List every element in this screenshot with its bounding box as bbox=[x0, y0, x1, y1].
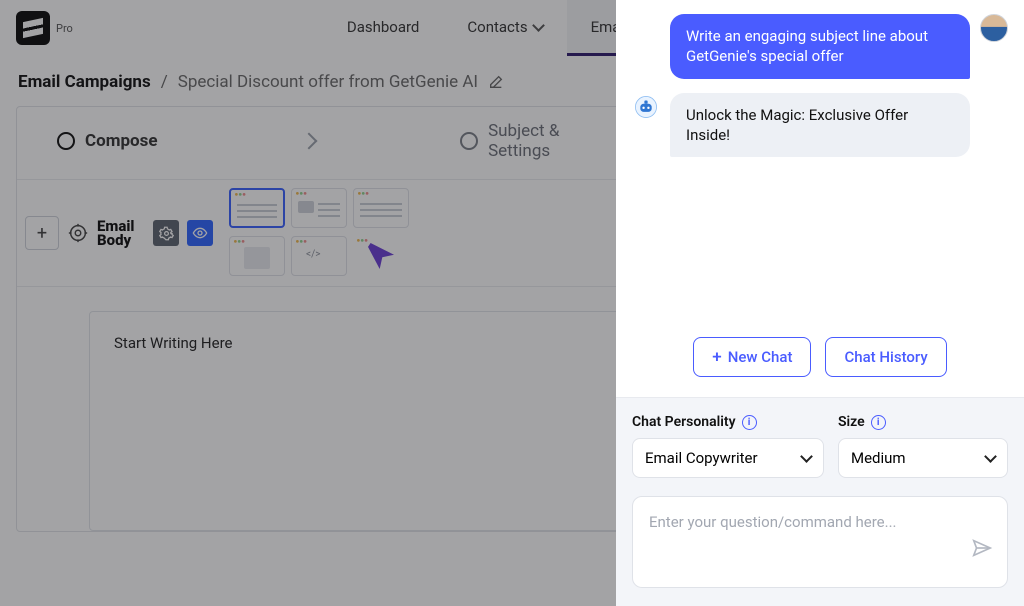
chat-bot-message: Unlock the Magic: Exclusive Offer Inside… bbox=[670, 93, 970, 158]
chat-history-button[interactable]: Chat History bbox=[825, 337, 946, 377]
chevron-right-icon bbox=[300, 133, 317, 150]
bot-avatar bbox=[632, 93, 660, 121]
section-title: Email Body bbox=[97, 219, 145, 247]
breadcrumb-leaf: Special Discount offer from GetGenie AI bbox=[178, 72, 478, 92]
app-logo[interactable] bbox=[16, 11, 50, 45]
info-icon[interactable]: i bbox=[742, 415, 757, 430]
breadcrumb-root[interactable]: Email Campaigns bbox=[18, 72, 151, 92]
plus-icon: + bbox=[37, 223, 47, 244]
editor-placeholder: Start Writing Here bbox=[114, 334, 232, 352]
preview-chip[interactable] bbox=[187, 220, 213, 246]
chevron-down-icon bbox=[532, 19, 545, 32]
tier-badge: Pro bbox=[56, 22, 73, 35]
chat-history-label: Chat History bbox=[844, 348, 927, 366]
nav-dashboard-label: Dashboard bbox=[347, 18, 420, 36]
chat-panel: Write an engaging subject line about Get… bbox=[616, 0, 1024, 606]
ai-bot-icon bbox=[633, 94, 659, 120]
personality-select[interactable]: Email Copywriter bbox=[632, 438, 824, 478]
chevron-down-icon bbox=[984, 450, 997, 463]
target-icon[interactable] bbox=[67, 222, 89, 244]
new-chat-button[interactable]: + New Chat bbox=[693, 337, 811, 377]
nav-contacts[interactable]: Contacts bbox=[443, 0, 566, 56]
size-label: Size bbox=[838, 414, 865, 430]
section-title-label: Email Body bbox=[97, 219, 145, 247]
settings-chip[interactable] bbox=[153, 220, 179, 246]
chat-input[interactable] bbox=[649, 513, 959, 537]
nav-dashboard[interactable]: Dashboard bbox=[323, 0, 444, 56]
step-indicator-icon bbox=[57, 132, 75, 150]
add-block-button[interactable]: + bbox=[25, 216, 59, 250]
step-subject[interactable]: Subject & Settings bbox=[460, 121, 608, 161]
gear-icon bbox=[159, 226, 174, 241]
size-value: Medium bbox=[851, 449, 906, 467]
eye-icon bbox=[192, 225, 208, 241]
cursor-icon bbox=[368, 243, 394, 269]
template-thumb-4[interactable] bbox=[229, 236, 285, 276]
personality-value: Email Copywriter bbox=[645, 449, 758, 467]
breadcrumb-sep: / bbox=[161, 72, 168, 92]
template-more[interactable] bbox=[353, 236, 409, 276]
personality-label: Chat Personality bbox=[632, 414, 736, 430]
info-icon[interactable]: i bbox=[871, 415, 886, 430]
template-thumb-1[interactable] bbox=[229, 188, 285, 228]
step-indicator-icon bbox=[460, 132, 478, 150]
template-thumb-3[interactable] bbox=[353, 188, 409, 228]
send-icon[interactable] bbox=[971, 537, 993, 559]
nav-contacts-label: Contacts bbox=[467, 18, 527, 36]
chevron-down-icon bbox=[800, 450, 813, 463]
template-thumb-2[interactable] bbox=[291, 188, 347, 228]
step-compose-label: Compose bbox=[85, 131, 158, 151]
size-select[interactable]: Medium bbox=[838, 438, 1008, 478]
template-thumb-5[interactable]: </> bbox=[291, 236, 347, 276]
new-chat-label: New Chat bbox=[728, 348, 793, 366]
edit-icon[interactable] bbox=[488, 74, 504, 90]
step-subject-label: Subject & Settings bbox=[488, 121, 608, 161]
chat-user-message: Write an engaging subject line about Get… bbox=[670, 14, 970, 79]
step-compose[interactable]: Compose bbox=[57, 131, 158, 151]
user-avatar[interactable] bbox=[980, 14, 1008, 42]
